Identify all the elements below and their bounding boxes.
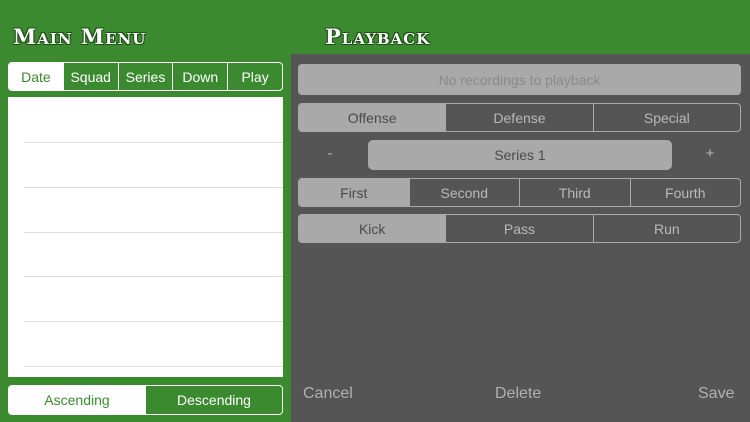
sort-order-control: Ascending Descending	[8, 385, 283, 415]
list-separator	[24, 276, 283, 277]
save-button[interactable]: Save	[698, 385, 734, 405]
descending-button[interactable]: Descending	[145, 386, 282, 414]
tab-play[interactable]: Play	[227, 63, 282, 90]
tab-series[interactable]: Series	[117, 63, 173, 90]
unit-tabs: Offense Defense Special	[298, 103, 741, 132]
tab-squad[interactable]: Squad	[62, 63, 118, 90]
tab-kick[interactable]: Kick	[299, 215, 446, 242]
series-selector[interactable]: Series 1	[368, 140, 672, 170]
recordings-list[interactable]	[8, 97, 283, 377]
sort-tabs: Date Squad Series Down Play	[8, 62, 283, 91]
delete-button[interactable]: Delete	[495, 385, 541, 405]
ascending-button[interactable]: Ascending	[9, 386, 145, 414]
list-separator	[24, 321, 283, 322]
play-type-tabs: Kick Pass Run	[298, 214, 741, 243]
list-separator	[24, 232, 283, 233]
down-tabs: First Second Third Fourth	[298, 178, 741, 207]
tab-first[interactable]: First	[299, 179, 409, 206]
series-decrement-button[interactable]: -	[322, 145, 338, 163]
tab-offense[interactable]: Offense	[299, 104, 446, 131]
tab-third[interactable]: Third	[519, 179, 630, 206]
tab-special[interactable]: Special	[592, 104, 740, 131]
series-increment-button[interactable]: +	[702, 145, 718, 163]
tab-defense[interactable]: Defense	[445, 104, 592, 131]
list-separator	[24, 187, 283, 188]
playback-status: No recordings to playback	[298, 64, 741, 95]
tab-fourth[interactable]: Fourth	[629, 179, 741, 206]
main-menu-title: Main Menu	[13, 24, 147, 49]
list-separator	[24, 366, 283, 367]
cancel-button[interactable]: Cancel	[303, 385, 353, 405]
tab-date[interactable]: Date	[9, 63, 63, 90]
list-separator	[24, 142, 283, 143]
playback-title: Playback	[325, 24, 431, 49]
tab-pass[interactable]: Pass	[445, 215, 592, 242]
tab-down[interactable]: Down	[172, 63, 227, 90]
tab-second[interactable]: Second	[408, 179, 520, 206]
tab-run[interactable]: Run	[592, 215, 740, 242]
